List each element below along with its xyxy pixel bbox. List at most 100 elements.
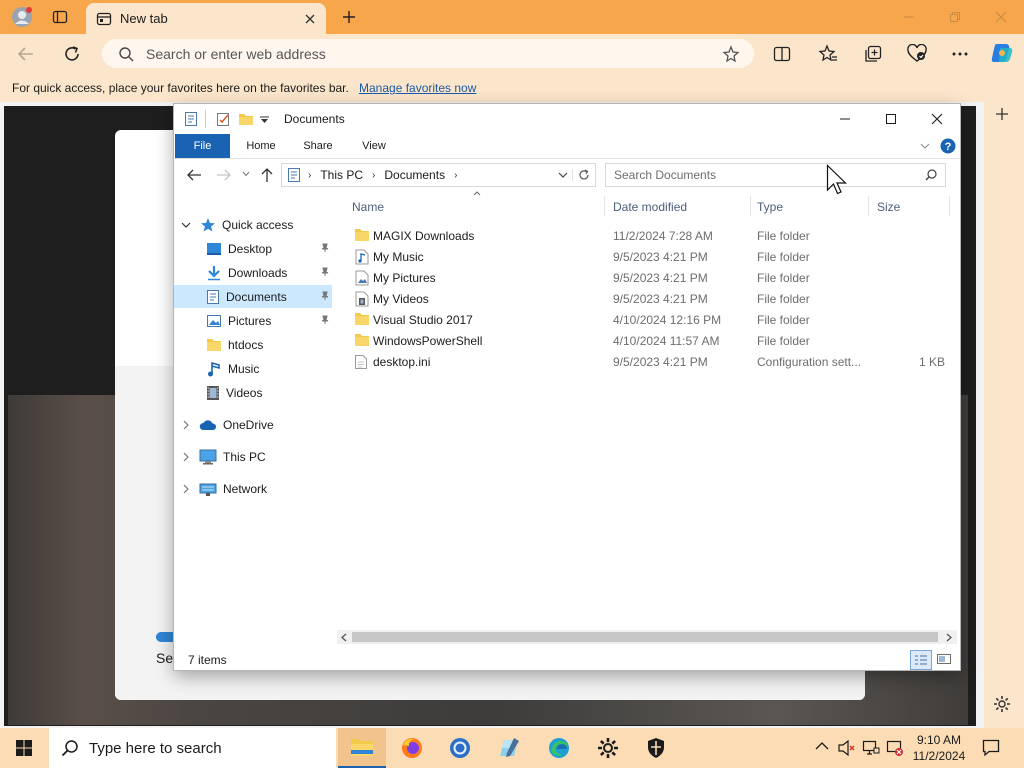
nav-documents[interactable]: Documents	[174, 285, 332, 308]
explorer-maximize-icon[interactable]	[868, 104, 914, 134]
refresh-icon[interactable]	[62, 44, 82, 64]
nav-pictures[interactable]: Pictures	[174, 309, 332, 332]
column-divider[interactable]	[868, 196, 869, 216]
file-row[interactable]: Visual Studio 2017 4/10/2024 12:16 PM Fi…	[342, 309, 952, 330]
nav-desktop[interactable]: Desktop	[174, 237, 332, 260]
collapsed-chevron-icon[interactable]	[182, 420, 190, 430]
tab-file[interactable]: File	[175, 134, 230, 158]
up-arrow-icon[interactable]	[260, 167, 274, 183]
quick-access-properties-icon[interactable]	[216, 111, 232, 127]
expanded-chevron-icon[interactable]	[181, 221, 191, 229]
recent-locations-chevron-icon[interactable]	[242, 171, 250, 177]
browser-restore-icon[interactable]	[943, 6, 967, 28]
details-view-icon[interactable]	[910, 650, 932, 670]
file-row[interactable]: MAGIX Downloads 11/2/2024 7:28 AM File f…	[342, 225, 952, 246]
nav-downloads[interactable]: Downloads	[174, 261, 332, 284]
customize-toolbar-chevron-icon[interactable]	[260, 116, 269, 124]
explorer-close-icon[interactable]	[914, 104, 960, 134]
explorer-titlebar[interactable]: Documents	[174, 104, 960, 134]
column-header-type[interactable]: Type	[757, 200, 783, 214]
breadcrumb-this-pc[interactable]: This PC	[320, 168, 363, 182]
more-options-icon[interactable]	[950, 44, 970, 64]
address-dropdown-chevron-icon[interactable]	[558, 171, 568, 179]
search-documents-input[interactable]: Search Documents	[605, 163, 946, 187]
explorer-minimize-icon[interactable]	[822, 104, 868, 134]
nav-htdocs[interactable]: htdocs	[174, 333, 332, 356]
column-header-date-modified[interactable]: Date modified	[613, 200, 687, 214]
help-icon[interactable]: ?	[940, 138, 956, 154]
notifications-icon[interactable]	[982, 739, 1000, 757]
taskbar-edge[interactable]	[535, 728, 583, 768]
taskbar-clock[interactable]: 9:10 AM 11/2/2024	[906, 732, 972, 764]
taskbar-app-pen[interactable]	[486, 728, 534, 768]
sidebar-settings-gear-icon[interactable]	[992, 694, 1012, 714]
tab-home[interactable]: Home	[236, 134, 286, 158]
browser-close-icon[interactable]	[989, 6, 1013, 28]
manage-favorites-link[interactable]: Manage favorites now	[359, 81, 476, 95]
nav-network[interactable]: Network	[174, 477, 332, 500]
taskbar-chrome[interactable]	[436, 728, 484, 768]
nav-quick-access[interactable]: Quick access	[174, 213, 332, 236]
column-divider[interactable]	[949, 196, 950, 216]
refresh-icon[interactable]	[572, 169, 590, 181]
breadcrumb-separator-icon[interactable]: ›	[308, 170, 311, 181]
back-arrow-icon[interactable]	[16, 44, 36, 64]
collapsed-chevron-icon[interactable]	[182, 484, 190, 494]
nav-videos[interactable]: Videos	[174, 381, 332, 404]
breadcrumb-documents[interactable]: Documents	[384, 168, 445, 182]
volume-muted-icon[interactable]	[838, 740, 856, 756]
column-header-size[interactable]: Size	[877, 200, 900, 214]
column-divider[interactable]	[604, 196, 605, 216]
taskbar-search-box[interactable]: Type here to search	[49, 728, 336, 768]
scroll-right-arrow-icon[interactable]	[945, 633, 953, 642]
horizontal-scrollbar[interactable]	[337, 630, 957, 644]
breadcrumb-separator-icon[interactable]: ›	[372, 170, 375, 181]
taskbar-security[interactable]	[632, 728, 680, 768]
profile-avatar-icon[interactable]	[10, 6, 34, 28]
collections-icon[interactable]	[863, 44, 883, 64]
column-header-name[interactable]: Name	[352, 200, 384, 214]
scrollbar-thumb[interactable]	[352, 632, 938, 642]
properties-icon[interactable]	[184, 111, 198, 127]
breadcrumb-separator-icon[interactable]: ›	[454, 170, 457, 181]
browser-minimize-icon[interactable]	[897, 6, 921, 28]
sidebar-add-icon[interactable]	[994, 106, 1010, 122]
search-icon[interactable]	[925, 169, 937, 181]
new-folder-icon[interactable]	[238, 111, 254, 127]
taskbar-file-explorer[interactable]	[338, 728, 386, 768]
large-icons-view-icon[interactable]	[935, 651, 953, 667]
tab-share[interactable]: Share	[292, 134, 344, 158]
close-tab-icon[interactable]	[304, 13, 316, 25]
browser-tab-new-tab[interactable]: New tab	[86, 3, 326, 34]
file-row[interactable]: My Music 9/5/2023 4:21 PM File folder	[342, 246, 952, 267]
new-tab-plus-icon[interactable]	[337, 6, 361, 28]
add-favorite-star-icon[interactable]	[722, 44, 740, 63]
taskbar-firefox[interactable]	[388, 728, 436, 768]
scroll-left-arrow-icon[interactable]	[340, 633, 348, 642]
address-breadcrumb[interactable]: › This PC › Documents ›	[281, 163, 596, 187]
address-bar[interactable]: Search or enter web address	[102, 39, 754, 68]
collapsed-chevron-icon[interactable]	[182, 452, 190, 462]
network-status-icon[interactable]	[862, 740, 880, 756]
copilot-icon[interactable]	[990, 41, 1014, 65]
split-screen-icon[interactable]	[773, 45, 791, 63]
no-internet-icon[interactable]	[886, 740, 904, 756]
file-row[interactable]: desktop.ini 9/5/2023 4:21 PM Configurati…	[342, 351, 952, 372]
browser-essentials-icon[interactable]	[906, 44, 928, 64]
nav-music[interactable]: Music	[174, 357, 332, 380]
file-row[interactable]: My Videos 9/5/2023 4:21 PM File folder	[342, 288, 952, 309]
back-arrow-icon[interactable]	[186, 168, 202, 182]
favorites-icon[interactable]	[818, 44, 838, 64]
tab-view[interactable]: View	[350, 134, 398, 158]
nav-this-pc[interactable]: This PC	[174, 445, 332, 468]
show-hidden-icons-chevron-icon[interactable]	[815, 741, 829, 751]
start-windows-icon[interactable]	[0, 728, 48, 768]
nav-onedrive[interactable]: OneDrive	[174, 413, 332, 436]
forward-arrow-icon[interactable]	[216, 168, 232, 182]
file-row[interactable]: WindowsPowerShell 4/10/2024 11:57 AM Fil…	[342, 330, 952, 351]
file-row[interactable]: My Pictures 9/5/2023 4:21 PM File folder	[342, 267, 952, 288]
taskbar-settings[interactable]	[584, 728, 632, 768]
tab-actions-icon[interactable]	[48, 6, 72, 28]
expand-ribbon-chevron-icon[interactable]	[920, 142, 930, 150]
column-divider[interactable]	[750, 196, 751, 216]
